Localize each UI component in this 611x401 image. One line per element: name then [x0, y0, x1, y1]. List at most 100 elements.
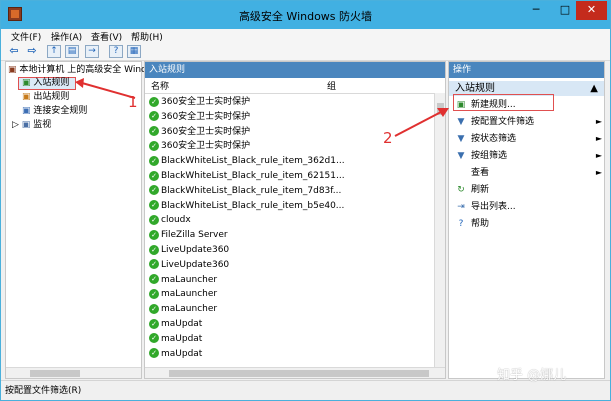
submenu-arrow-icon: ►: [595, 117, 602, 126]
tree-pane: ▣ 本地计算机 上的高级安全 Wind ▣ 入站规则 ▣ 出站规则 ▣ 连接安全…: [5, 61, 147, 379]
tree-scroll-thumb[interactable]: [30, 370, 80, 377]
enabled-check-icon: ✓: [149, 318, 159, 329]
table-row[interactable]: ✓ 360安全卫士实时保护: [149, 110, 250, 125]
table-row[interactable]: ✓ maUpdat: [149, 347, 202, 362]
highlight-new-rule: [453, 94, 554, 111]
menu-action[interactable]: 操作(A): [51, 30, 82, 43]
table-row[interactable]: ✓ maLauncher: [149, 302, 217, 317]
table-row[interactable]: ✓ 360安全卫士实时保护: [149, 125, 250, 140]
tree-item-outbound-rules[interactable]: ▣ 出站规则: [22, 91, 69, 104]
action-item[interactable]: ▼ 按状态筛选 ►: [456, 131, 602, 147]
enabled-check-icon: ✓: [149, 244, 159, 255]
submenu-arrow-icon: ►: [595, 134, 602, 143]
title-bar: 高级安全 Windows 防火墙 ─ □ ✕: [1, 1, 610, 29]
help-icon: ?: [458, 218, 464, 229]
rules-pane: 入站规则 名称 组 ✓ 360安全卫士实时保护 ✓ 360安全卫士实时保护 ✓ 360安全…: [144, 61, 446, 379]
menu-bar: 文件(F) 操作(A) 查看(V) 帮助(H): [1, 29, 610, 43]
table-row[interactable]: ✓ BlackWhiteList_Black_rule_item_b5e40...: [149, 199, 344, 214]
status-bar: 按配置文件筛选(R): [1, 380, 610, 400]
enabled-check-icon: ✓: [149, 274, 159, 285]
annotation-2: 2: [383, 129, 393, 147]
actions-header: 操作: [449, 62, 604, 78]
rules-horizontal-scrollbar[interactable]: [145, 367, 445, 378]
column-header-row: 名称 组: [145, 81, 435, 94]
action-item[interactable]: ▼ 按组筛选 ►: [456, 148, 602, 164]
rules-vertical-scrollbar[interactable]: [434, 93, 445, 369]
tree-horizontal-scrollbar[interactable]: [6, 367, 141, 378]
back-icon[interactable]: ⇦: [7, 45, 21, 58]
properties-icon[interactable]: ▦: [127, 45, 141, 58]
filter-icon: ▼: [457, 116, 465, 127]
table-row[interactable]: ✓ FileZilla Server: [149, 228, 228, 243]
table-row[interactable]: ✓ BlackWhiteList_Black_rule_item_362d1...: [149, 154, 345, 169]
watermark: 知乎 @娜儿: [497, 368, 567, 383]
expand-icon[interactable]: ▷: [12, 120, 19, 130]
table-row[interactable]: ✓ maLauncher: [149, 273, 217, 288]
firewall-icon: ▣: [8, 65, 17, 75]
close-button[interactable]: ✕: [576, 1, 607, 20]
enabled-check-icon: ✓: [149, 259, 159, 270]
tree-item-monitoring[interactable]: ▷ ▣ 监视: [12, 119, 51, 132]
enabled-check-icon: ✓: [149, 96, 159, 107]
table-row[interactable]: ✓ maUpdat: [149, 317, 202, 332]
action-item[interactable]: ⇥ 导出列表...: [456, 199, 602, 215]
menu-file[interactable]: 文件(F): [11, 30, 41, 43]
enabled-check-icon: ✓: [149, 303, 159, 314]
table-row[interactable]: ✓ cloudx: [149, 213, 191, 228]
forward-icon[interactable]: ⇨: [25, 45, 39, 58]
enabled-check-icon: ✓: [149, 333, 159, 344]
rules-pane-header: 入站规则: [145, 62, 445, 78]
export-icon[interactable]: →: [85, 45, 99, 58]
column-name[interactable]: 名称: [151, 81, 169, 94]
tree-root[interactable]: ▣ 本地计算机 上的高级安全 Wind: [8, 64, 147, 77]
table-row[interactable]: ✓ maLauncher: [149, 287, 217, 302]
tree-item-inbound-rules[interactable]: ▣ 入站规则: [22, 77, 69, 90]
action-item[interactable]: ↻ 刷新: [456, 182, 602, 198]
enabled-check-icon: ✓: [149, 288, 159, 299]
rules-scroll-thumb[interactable]: [437, 103, 444, 115]
inbound-rules-icon: ▣: [22, 78, 31, 88]
maximize-button[interactable]: □: [552, 1, 578, 20]
table-row[interactable]: ✓ maUpdat: [149, 332, 202, 347]
column-group[interactable]: 组: [327, 81, 336, 94]
filter-icon: ▼: [457, 150, 465, 161]
table-row[interactable]: ✓ 360安全卫士实时保护: [149, 95, 250, 110]
enabled-check-icon: ✓: [149, 185, 159, 196]
table-row[interactable]: ✓ 360安全卫士实时保护: [149, 139, 250, 154]
export-icon: ⇥: [457, 201, 465, 212]
submenu-arrow-icon: ►: [595, 168, 602, 177]
outbound-rules-icon: ▣: [22, 92, 31, 102]
enabled-check-icon: ✓: [149, 155, 159, 166]
refresh-icon: ↻: [457, 184, 465, 195]
action-item[interactable]: ? 帮助: [456, 216, 602, 232]
enabled-check-icon: ✓: [149, 229, 159, 240]
enabled-check-icon: ✓: [149, 126, 159, 137]
annotation-1: 1: [128, 93, 138, 111]
table-row[interactable]: ✓ BlackWhiteList_Black_rule_item_62151...: [149, 169, 345, 184]
help-icon[interactable]: ?: [109, 45, 123, 58]
monitoring-icon: ▣: [21, 120, 31, 130]
menu-view[interactable]: 查看(V): [91, 30, 122, 43]
minimize-button[interactable]: ─: [523, 1, 549, 20]
enabled-check-icon: ✓: [149, 200, 159, 211]
connection-security-icon: ▣: [22, 106, 31, 116]
enabled-check-icon: ✓: [149, 348, 159, 359]
table-row[interactable]: ✓ BlackWhiteList_Black_rule_item_7d83f...: [149, 184, 341, 199]
filter-icon: ▼: [457, 133, 465, 144]
menu-help[interactable]: 帮助(H): [131, 30, 163, 43]
submenu-arrow-icon: ►: [595, 151, 602, 160]
show-tree-icon[interactable]: ▤: [65, 45, 79, 58]
up-folder-icon[interactable]: ↑: [47, 45, 61, 58]
collapse-icon[interactable]: ▲: [590, 81, 598, 96]
enabled-check-icon: ✓: [149, 140, 159, 151]
table-row[interactable]: ✓ LiveUpdate360: [149, 243, 229, 258]
table-row[interactable]: ✓ LiveUpdate360: [149, 258, 229, 273]
action-item[interactable]: ▼ 按配置文件筛选 ►: [456, 114, 602, 130]
enabled-check-icon: ✓: [149, 214, 159, 225]
toolbar: ⇦ ⇨ ↑ ▤ → ? ▦: [1, 43, 610, 61]
tree-item-connection-security[interactable]: ▣ 连接安全规则: [22, 105, 87, 118]
action-item[interactable]: 查看 ►: [456, 165, 602, 181]
window-title: 高级安全 Windows 防火墙: [238, 10, 373, 23]
rules-hscroll-thumb[interactable]: [169, 370, 429, 377]
enabled-check-icon: ✓: [149, 111, 159, 122]
